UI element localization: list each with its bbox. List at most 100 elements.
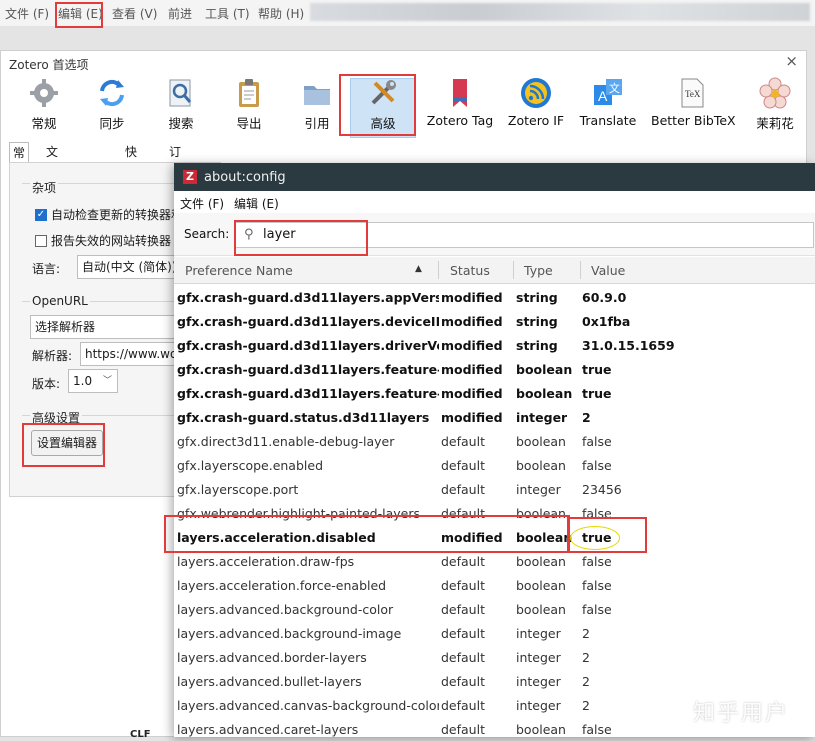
pref-name-cell: gfx.webrender.highlight-painted-layers [177, 506, 420, 521]
resolver-url-input[interactable]: https://www.wo [80, 342, 177, 366]
pref-type-cell: string [516, 290, 558, 305]
bg-menu-forward[interactable]: 前进 [168, 5, 192, 22]
pref-status-cell: default [441, 626, 485, 641]
pref-type-cell: integer [516, 482, 561, 497]
config-editor-button[interactable]: 设置编辑器 [31, 430, 103, 456]
close-icon[interactable]: × [785, 52, 798, 70]
pref-status-cell: default [441, 698, 485, 713]
config-menu-edit[interactable]: 编辑 (E) [234, 195, 279, 212]
bg-menu-edit[interactable]: 编辑 (E) [58, 5, 103, 22]
tool-search[interactable]: 搜索 [158, 77, 204, 133]
table-row[interactable]: gfx.crash-guard.d3d11layers.appVersion mo… [174, 285, 815, 309]
language-select[interactable]: 自动(中文 (简体)) [77, 255, 177, 279]
pref-type-cell: integer [516, 674, 561, 689]
bg-menu-help[interactable]: 帮助 (H) [258, 5, 304, 22]
pref-name-cell: layers.acceleration.disabled [177, 530, 376, 545]
flower-icon [759, 77, 791, 109]
pref-type-cell: boolean [516, 434, 566, 449]
table-row[interactable]: layers.advanced.bullet-layers default inte… [174, 669, 815, 693]
tool-sync[interactable]: 同步 [89, 77, 135, 133]
tool-general[interactable]: 常规 [21, 77, 67, 133]
config-menubar: 文件 (F) 编辑 (E) [174, 191, 815, 213]
pref-name-cell: layers.advanced.background-image [177, 626, 402, 641]
column-status[interactable]: Status [450, 263, 490, 278]
translate-icon: A 文 [594, 79, 622, 105]
tab-shortcuts[interactable]: 快捷键 [122, 142, 140, 199]
bg-menu-view[interactable]: 查看 (V) [112, 5, 157, 22]
tool-jasminum[interactable]: 茉莉花 [753, 77, 797, 133]
tab-files-folders[interactable]: 文件和文件夹 [43, 142, 61, 259]
pref-status-cell: default [441, 674, 485, 689]
report-broken-label: 报告失效的网站转换器 [51, 234, 172, 248]
tool-export-label: 导出 [236, 116, 262, 131]
pref-name-cell: gfx.crash-guard.d3d11layers.appVersion [177, 290, 439, 305]
bg-menu-file[interactable]: 文件 (F) [5, 5, 49, 22]
tool-advanced[interactable]: 高级 [359, 77, 407, 133]
column-preference-name[interactable]: Preference Name [185, 263, 293, 278]
table-row[interactable]: layers.advanced.background-color default b… [174, 597, 815, 621]
table-row[interactable]: layers.advanced.border-layers default inte… [174, 645, 815, 669]
pref-value-cell: false [582, 434, 612, 449]
pref-name-cell: gfx.crash-guard.status.d3d11layers [177, 410, 430, 425]
pref-type-cell: string [516, 314, 558, 329]
table-row[interactable]: gfx.crash-guard.d3d11layers.driverVersio… [174, 333, 815, 357]
pref-name-cell: layers.acceleration.draw-fps [177, 554, 355, 569]
tex-icon: TeX [681, 78, 704, 108]
search-icon: ⚲ [244, 227, 254, 242]
tool-cite[interactable]: 引用 [294, 77, 340, 133]
table-row[interactable]: layers.acceleration.disabled modified bool… [174, 525, 815, 549]
table-row[interactable]: gfx.webrender.highlight-painted-layers de… [174, 501, 815, 525]
table-row[interactable]: gfx.crash-guard.d3d11layers.feature-d3..… [174, 381, 815, 405]
column-value[interactable]: Value [591, 263, 625, 278]
about-config-window: Z about:config 文件 (F) 编辑 (E) Search: ⚲ l… [164, 163, 815, 737]
table-row[interactable]: layers.acceleration.force-enabled default… [174, 573, 815, 597]
table-row[interactable]: layers.advanced.background-image default i… [174, 621, 815, 645]
tool-better-bibtex[interactable]: TeX Better BibTeX [651, 77, 736, 133]
tag-icon [453, 79, 467, 107]
bg-menu-tools[interactable]: 工具 (T) [205, 5, 250, 22]
folder-icon [304, 86, 330, 105]
pref-value-cell: 0x1fba [582, 314, 631, 329]
resolver-select[interactable]: 选择解析器 [30, 315, 177, 339]
sort-ascending-icon[interactable]: ▲ [415, 264, 422, 274]
background-peek-text: CLF [130, 729, 151, 740]
pref-name-cell: gfx.layerscope.enabled [177, 458, 324, 473]
pref-name-cell: gfx.crash-guard.d3d11layers.deviceID [177, 314, 439, 329]
tool-translate[interactable]: A 文 Translate [579, 77, 637, 133]
pref-type-cell: integer [516, 410, 568, 425]
pref-status-cell: default [441, 554, 485, 569]
pref-value-cell: false [582, 554, 612, 569]
column-type[interactable]: Type [524, 263, 553, 278]
pref-value-cell: 31.0.15.1659 [582, 338, 675, 353]
pref-value-cell: 2 [582, 674, 590, 689]
table-row[interactable]: gfx.crash-guard.d3d11layers.feature-d2dm… [174, 357, 815, 381]
tool-general-label: 常规 [31, 116, 57, 131]
version-select[interactable]: 1.0 ﹀ [68, 369, 118, 393]
pref-type-cell: boolean [516, 554, 566, 569]
tool-advanced-label: 高级 [370, 116, 396, 131]
version-value: 1.0 [73, 374, 93, 388]
table-row[interactable]: gfx.layerscope.port default integer 23456 [174, 477, 815, 501]
blurred-toolbar-area [310, 3, 810, 21]
check-updates-checkbox[interactable]: ✓ [35, 209, 47, 221]
pref-type-cell: string [516, 338, 558, 353]
pref-value-cell: false [582, 578, 612, 593]
tab-feeds[interactable]: 订阅 [166, 142, 184, 179]
tab-general[interactable]: 常规 [9, 142, 30, 180]
config-table-header: Preference Name ▲ Status Type Value [174, 257, 815, 284]
config-menu-file[interactable]: 文件 (F) [180, 195, 224, 212]
tool-export[interactable]: 导出 [226, 77, 272, 133]
search-input[interactable]: ⚲ layer [234, 222, 814, 248]
pref-value-cell: 2 [582, 626, 590, 641]
tool-zotero-tag[interactable]: Zotero Tag [425, 77, 495, 133]
table-row[interactable]: gfx.layerscope.enabled default boolean fals… [174, 453, 815, 477]
table-row[interactable]: layers.acceleration.draw-fps default boole… [174, 549, 815, 573]
tool-zotero-if[interactable]: Zotero IF [507, 77, 565, 133]
table-row[interactable]: gfx.crash-guard.d3d11layers.deviceID modi… [174, 309, 815, 333]
table-row[interactable]: gfx.crash-guard.status.d3d11layers modifi… [174, 405, 815, 429]
report-broken-checkbox[interactable] [35, 235, 47, 247]
zotero-logo-icon: Z [183, 170, 197, 184]
table-row[interactable]: gfx.direct3d11.enable-debug-layer default… [174, 429, 815, 453]
pref-value-cell: true [582, 386, 612, 401]
pref-type-cell: boolean [516, 722, 566, 737]
